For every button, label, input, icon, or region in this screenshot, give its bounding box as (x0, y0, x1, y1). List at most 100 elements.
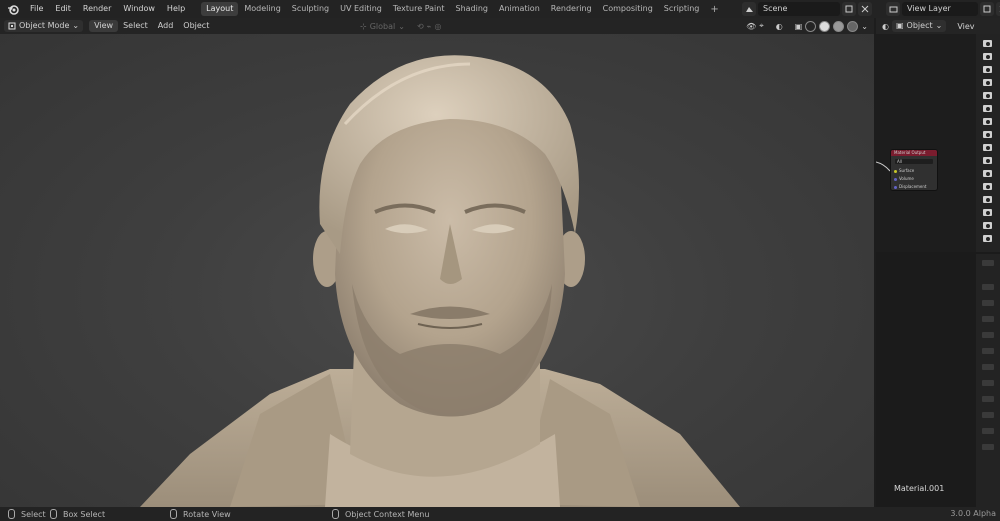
status-box-select-label: Box Select (63, 509, 106, 519)
menu-view[interactable]: View (89, 20, 119, 32)
tab-rendering[interactable]: Rendering (546, 2, 597, 16)
view-layer-icon[interactable] (886, 2, 900, 16)
rendered-shading-icon[interactable] (847, 20, 859, 32)
tab-modeling[interactable]: Modeling (239, 2, 285, 16)
tab-compositing[interactable]: Compositing (598, 2, 658, 16)
visibility-icon[interactable]: 👁 (746, 22, 756, 31)
node-target-select[interactable]: All (895, 159, 933, 164)
properties-header: ◐ ▣ Object ⌄ Viev (876, 18, 1000, 34)
orientation-icon: ⊹ (360, 21, 367, 31)
menu-edit[interactable]: Edit (49, 0, 77, 18)
tab-animation[interactable]: Animation (494, 2, 545, 16)
modifier-tab-icon[interactable] (982, 380, 994, 386)
tab-shading[interactable]: Shading (450, 2, 493, 16)
version-label: 3.0.0 Alpha (950, 509, 996, 518)
chevron-down-icon[interactable]: ⌄ (861, 22, 868, 31)
material-name-label: Material.001 (894, 484, 945, 493)
camera-icon[interactable] (983, 53, 992, 60)
editor-type-icon[interactable]: ◐ (882, 22, 889, 31)
camera-icon[interactable] (983, 66, 992, 73)
tab-sculpting[interactable]: Sculpting (287, 2, 334, 16)
view-layer-tab-icon[interactable] (982, 316, 994, 322)
camera-icon[interactable] (983, 235, 992, 242)
menu-window[interactable]: Window (117, 0, 161, 18)
camera-icon[interactable] (983, 144, 992, 151)
menu-help[interactable]: Help (161, 0, 191, 18)
tab-uv-editing[interactable]: UV Editing (335, 2, 387, 16)
tab-layout[interactable]: Layout (201, 2, 239, 16)
camera-icon[interactable] (983, 131, 992, 138)
camera-icon[interactable] (983, 209, 992, 216)
new-scene-icon[interactable] (842, 2, 856, 16)
outliner-visibility-column (976, 34, 1000, 252)
tool-tab-icon[interactable] (982, 260, 994, 266)
delete-view-layer-icon[interactable] (996, 2, 1000, 16)
chevron-down-icon: ⌄ (935, 21, 943, 30)
delete-scene-icon[interactable] (858, 2, 872, 16)
mouse-right-icon (332, 509, 339, 519)
tab-scripting[interactable]: Scripting (659, 2, 705, 16)
object-mode-label: Object Mode (19, 21, 70, 30)
camera-icon[interactable] (983, 196, 992, 203)
material-tab-icon[interactable] (982, 444, 994, 450)
status-context: Object Context Menu (332, 509, 429, 519)
camera-icon[interactable] (983, 92, 992, 99)
camera-icon[interactable] (983, 79, 992, 86)
status-select-label: Select (21, 509, 46, 519)
menu-add[interactable]: Add (153, 18, 179, 34)
overlays-icon[interactable]: ◐ (776, 22, 783, 31)
camera-icon[interactable] (983, 105, 992, 112)
object-tab-icon[interactable] (982, 364, 994, 370)
camera-icon[interactable] (983, 170, 992, 177)
mouse-left-icon (8, 509, 15, 519)
proportional-edit-icon[interactable]: ◎ (434, 22, 441, 31)
node-socket-volume[interactable]: Volume (891, 175, 937, 183)
camera-icon[interactable] (983, 40, 992, 47)
solid-shading-icon[interactable] (819, 20, 831, 32)
camera-icon[interactable] (983, 222, 992, 229)
scene-tab-icon[interactable] (982, 332, 994, 338)
scene-icon[interactable] (742, 2, 756, 16)
snap-icon[interactable]: ⌁ (427, 22, 432, 31)
sculpt-model-render (140, 55, 740, 507)
new-view-layer-icon[interactable] (980, 2, 994, 16)
wireframe-shading-icon[interactable] (805, 20, 817, 32)
world-tab-icon[interactable] (982, 348, 994, 354)
material-preview-icon[interactable] (833, 20, 845, 32)
pivot-icon[interactable]: ⟲ (417, 22, 424, 31)
output-tab-icon[interactable] (982, 300, 994, 306)
node-socket-displacement[interactable]: Displacement (891, 183, 937, 191)
scene-name-field[interactable]: Scene (758, 2, 840, 16)
render-tab-icon[interactable] (982, 284, 994, 290)
properties-editor[interactable]: Material.001 (876, 254, 976, 507)
node-socket-surface[interactable]: Surface (891, 167, 937, 175)
shader-node-editor[interactable]: Material Output All Surface Volume Displ… (876, 34, 976, 252)
object-mode-icon (8, 22, 16, 30)
menu-render[interactable]: Render (77, 0, 117, 18)
xray-icon[interactable]: ▣ (795, 22, 803, 31)
menu-select[interactable]: Select (118, 18, 153, 34)
blender-logo-icon[interactable] (6, 2, 20, 16)
3d-viewport[interactable] (0, 34, 874, 507)
view-layer-field[interactable]: View Layer (902, 2, 978, 16)
camera-icon[interactable] (983, 157, 992, 164)
view-menu[interactable]: Viev (957, 22, 974, 31)
transform-orientation[interactable]: ⊹ Global ⌄ ⟲ ⌁ ◎ (360, 20, 441, 32)
camera-icon[interactable] (983, 118, 992, 125)
object-dropdown-label: Object (906, 21, 933, 30)
object-mode-dropdown[interactable]: Object Mode ⌄ (4, 20, 84, 32)
menu-object[interactable]: Object (178, 18, 214, 34)
properties-tabs (976, 254, 1000, 507)
tab-texture-paint[interactable]: Texture Paint (388, 2, 450, 16)
data-tab-icon[interactable] (982, 428, 994, 434)
material-output-node[interactable]: Material Output All Surface Volume Displ… (890, 149, 938, 191)
mouse-middle-icon (170, 509, 177, 519)
constraints-tab-icon[interactable] (982, 412, 994, 418)
menu-file[interactable]: File (24, 0, 49, 18)
gizmo-icon[interactable]: ⌖ (759, 21, 764, 31)
add-workspace-button[interactable]: + (705, 4, 723, 15)
object-dropdown[interactable]: ▣ Object ⌄ (891, 20, 947, 32)
status-context-label: Object Context Menu (345, 509, 430, 519)
physics-tab-icon[interactable] (982, 396, 994, 402)
camera-icon[interactable] (983, 183, 992, 190)
